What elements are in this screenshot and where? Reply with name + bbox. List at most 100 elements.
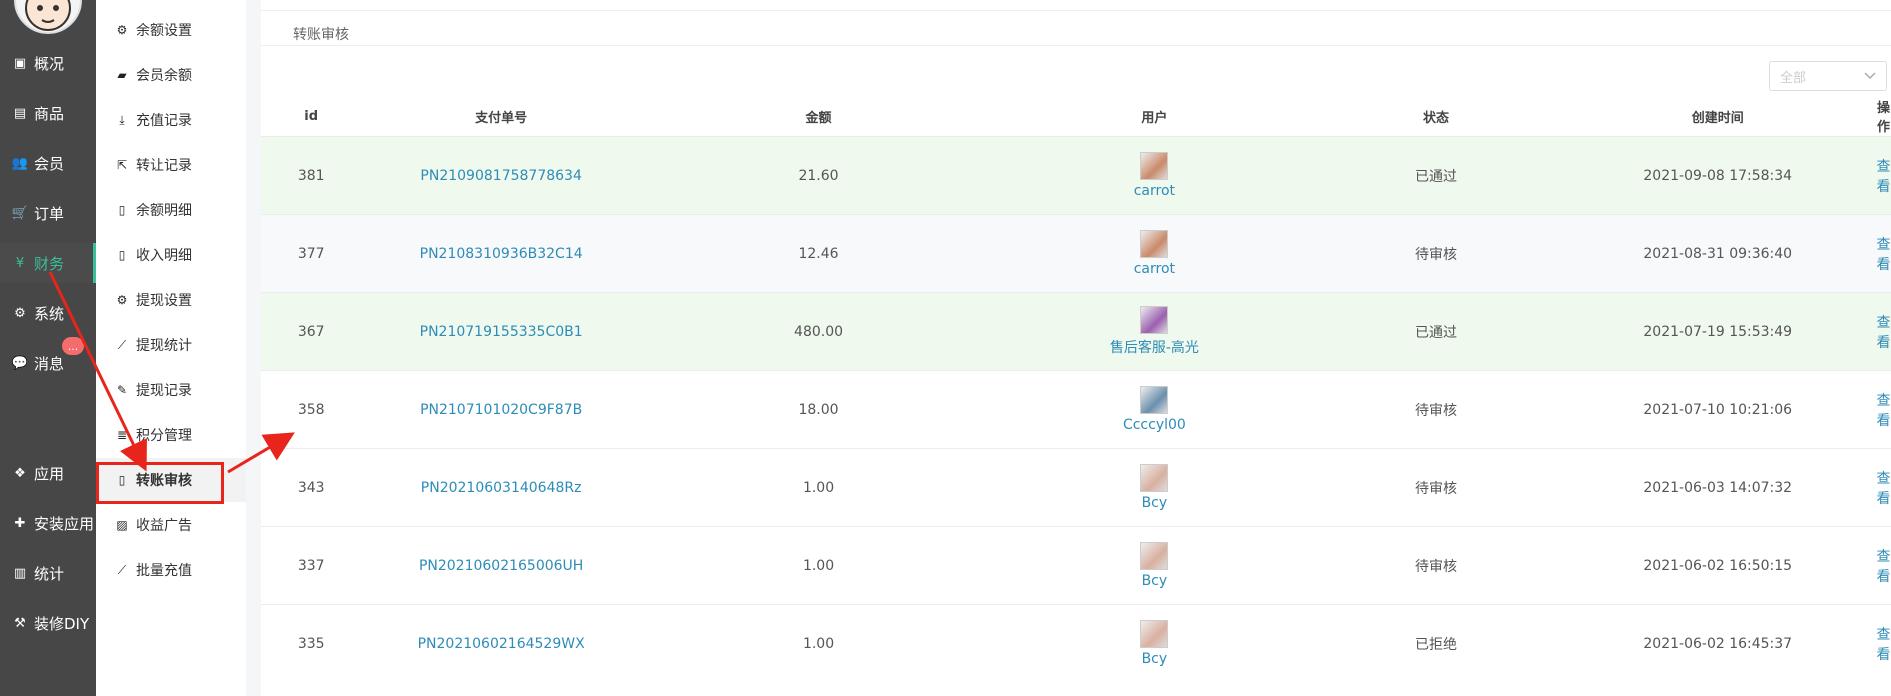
status-text-cell: 待审核 [1312, 370, 1560, 449]
submenu-item-4[interactable]: ⇱ 转让记录 [96, 143, 246, 187]
user[interactable]: Bcy [996, 542, 1312, 589]
created-time-cell: 2021-06-02 16:50:15 [1559, 526, 1876, 605]
status-filter-select[interactable]: 全部 [1769, 61, 1887, 91]
sidebar-item-label: 财务 [34, 254, 65, 273]
amount: 1.00 [802, 635, 835, 652]
user-name[interactable]: carrot [1134, 183, 1175, 199]
sidebar-item-label: 会员 [34, 154, 65, 173]
column-header: 操作 [1876, 101, 1890, 135]
order-number-link-cell: PN20210603140648Rz [361, 448, 641, 527]
submenu-item-5[interactable]: ▯ 余额明细 [96, 188, 246, 232]
created-time: 2021-09-08 17:58:34 [1643, 167, 1793, 184]
order-number-link[interactable]: PN2108310936B32C14 [420, 246, 583, 262]
submenu-item-13[interactable]: ⟋ 批量充值 [96, 548, 246, 592]
user-avatar[interactable] [1140, 542, 1169, 570]
order-number-link-cell: PN2108310936B32C14 [361, 214, 641, 293]
user[interactable]: Bcy [996, 620, 1312, 667]
submenu-item-2[interactable]: ▰ 会员余额 [96, 53, 246, 97]
view-link[interactable]: 查看 [1876, 627, 1890, 663]
view-link[interactable]: 查看 [1876, 315, 1890, 351]
submenu-item-3[interactable]: ⤓ 充值记录 [96, 98, 246, 142]
order-number-link-cell: PN20210602165006UH [361, 526, 641, 605]
order-number-link[interactable]: PN20210602165006UH [419, 558, 583, 574]
transfer-review-table: id 支付单号 金额 用户 状态 创建时间 操作 381 PN2109081758778634… [261, 96, 1891, 682]
created-time: 2021-08-31 09:36:40 [1643, 245, 1793, 262]
divider [246, 0, 261, 696]
amount: 21.60 [798, 167, 839, 184]
row-id: 337 [297, 557, 325, 574]
status-text: 已通过 [1415, 324, 1458, 341]
sidebar-item-3[interactable]: 👥 会员 [0, 143, 96, 183]
table-row: 337 PN20210602165006UH 1.00 Bcy 待审核 2021-06-0… [261, 526, 1891, 605]
user-avatar[interactable] [1140, 152, 1169, 180]
sidebar-item-9[interactable]: ✚ 安装应用 [0, 503, 96, 543]
view-link[interactable]: 查看 [1876, 471, 1890, 507]
user[interactable]: carrot [996, 230, 1312, 277]
amount: 12.46 [798, 245, 839, 262]
row-id: 358 [297, 401, 325, 418]
created-time-cell: 2021-07-19 15:53:49 [1559, 292, 1876, 371]
user-cell: Ccccyl00 [996, 370, 1313, 449]
submenu-item-6[interactable]: ▯ 收入明细 [96, 233, 246, 277]
user[interactable]: Ccccyl00 [996, 386, 1312, 433]
submenu-item-label: 充值记录 [136, 113, 192, 129]
row-id: 377 [297, 245, 325, 262]
hammer-icon: ⚒ [14, 615, 26, 631]
user[interactable]: 售后客服-高光 [996, 306, 1312, 357]
user-avatar[interactable] [1140, 620, 1169, 648]
sidebar-item-label: 安装应用 [34, 514, 95, 533]
submenu-item-8[interactable]: ⟋ 提现统计 [96, 323, 246, 367]
order-number-link[interactable]: PN20210603140648Rz [421, 480, 582, 496]
avatar[interactable] [14, 0, 82, 34]
sidebar-item-label: 统计 [34, 564, 65, 583]
user-avatar[interactable] [1140, 464, 1169, 492]
puzzle-icon: ✚ [14, 515, 26, 531]
user-name[interactable]: carrot [1134, 261, 1175, 277]
user-name[interactable]: Bcy [1142, 573, 1168, 589]
sidebar-item-10[interactable]: ▥ 统计 [0, 553, 96, 593]
order-number-link[interactable]: PN2107101020C9F87B [420, 402, 582, 418]
sidebar-item-label: 订单 [34, 204, 65, 223]
user-avatar[interactable] [1140, 230, 1169, 258]
view-link[interactable]: 查看 [1876, 549, 1890, 585]
user-avatar[interactable] [1140, 306, 1169, 334]
line-chart-icon: ⟋ [117, 562, 127, 577]
status-text-cell: 已通过 [1312, 292, 1560, 371]
view-link[interactable]: 查看 [1876, 393, 1890, 429]
row-id-cell: 335 [261, 604, 362, 682]
user-name[interactable]: Ccccyl00 [1123, 417, 1186, 433]
order-number-link[interactable]: PN210719155335C0B1 [420, 324, 583, 340]
submenu-item-11[interactable]: ▯ 转账审核 [96, 458, 246, 502]
user[interactable]: Bcy [996, 464, 1312, 511]
sidebar-item-label: 应用 [34, 464, 65, 483]
submenu-item-9[interactable]: ✎ 提现记录 [96, 368, 246, 412]
submenu-item-12[interactable]: ▨ 收益广告 [96, 503, 246, 547]
users-icon: 👥 [11, 155, 29, 171]
finance-submenu: ⚙ 余额设置 ▰ 会员余额 ⤓ 充值记录 ⇱ 转让记录 ▯ 余额明细 ▯ 收入明细 ⚙ 提现设置 ⟋ 提现统计… [96, 0, 247, 696]
sidebar-item-8[interactable]: ❖ 应用 [0, 453, 96, 493]
submenu-item-label: 提现统计 [136, 338, 192, 354]
amount-cell: 480.00 [640, 292, 997, 371]
row-id: 381 [297, 167, 325, 184]
view-link[interactable]: 查看 [1876, 237, 1890, 273]
order-number-link[interactable]: PN20210602164529WX [418, 636, 585, 652]
status-text: 已拒绝 [1415, 636, 1458, 653]
submenu-item-7[interactable]: ⚙ 提现设置 [96, 278, 246, 322]
sidebar-item-5[interactable]: ¥ 财务 [0, 243, 96, 283]
sidebar-item-11[interactable]: ⚒ 装修DIY [0, 603, 96, 643]
user[interactable]: carrot [996, 152, 1312, 199]
submenu-item-10[interactable]: ≣ 积分管理 [96, 413, 246, 457]
order-number-link[interactable]: PN2109081758778634 [420, 168, 581, 184]
sidebar-item-4[interactable]: 🛒 订单 [0, 193, 96, 233]
user-avatar[interactable] [1140, 386, 1169, 414]
user-name[interactable]: Bcy [1142, 495, 1168, 511]
pencil-icon: ✎ [116, 383, 128, 397]
user-name[interactable]: Bcy [1142, 651, 1168, 667]
sidebar-item-2[interactable]: ▤ 商品 [0, 93, 96, 133]
submenu-item-1[interactable]: ⚙ 余额设置 [96, 8, 246, 52]
status-text: 待审核 [1415, 558, 1458, 575]
sidebar-item-1[interactable]: ▣ 概况 [0, 43, 96, 83]
sidebar-item-6[interactable]: ⚙ 系统 [0, 293, 96, 333]
view-link[interactable]: 查看 [1876, 159, 1890, 195]
user-name[interactable]: 售后客服-高光 [1110, 337, 1199, 357]
